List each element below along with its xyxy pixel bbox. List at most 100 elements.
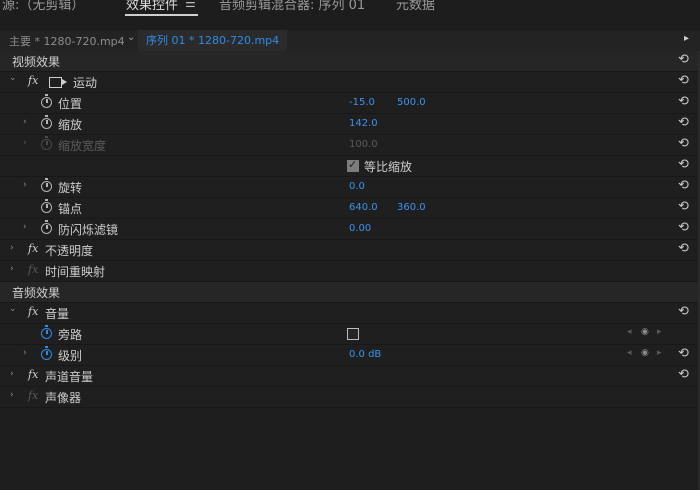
master-clip-label[interactable]: 主要 * 1280-720.mp4 bbox=[9, 33, 125, 49]
reset-icon[interactable]: ⟲ bbox=[678, 241, 689, 256]
anchor-x-value[interactable]: 640.0 bbox=[349, 202, 378, 213]
prev-keyframe-icon[interactable]: ◂ bbox=[627, 327, 632, 337]
prop-anchor-point: 锚点 640.0 360.0 ⟲ bbox=[0, 198, 700, 219]
tab-effect-controls[interactable]: 效果控件 bbox=[126, 0, 178, 13]
tab-audio-clip-mixer[interactable]: 音频剪辑混合器: 序列 01 bbox=[219, 0, 365, 13]
audio-effects-header: 音频效果 bbox=[0, 282, 700, 303]
chevron-down-icon[interactable]: ⌄ bbox=[127, 32, 135, 43]
reset-icon[interactable]: ⟲ bbox=[678, 136, 689, 151]
twirl-closed-icon[interactable]: › bbox=[10, 369, 14, 379]
prop-anti-flicker: › 防闪烁滤镜 0.00 ⟲ bbox=[0, 219, 700, 240]
scale-value[interactable]: 142.0 bbox=[349, 118, 378, 129]
bypass-label: 旁路 bbox=[58, 328, 83, 342]
reset-icon[interactable]: ⟲ bbox=[678, 178, 689, 193]
bypass-checkbox[interactable] bbox=[347, 328, 359, 340]
twirl-closed-icon[interactable]: › bbox=[10, 390, 14, 400]
reset-icon[interactable]: ⟲ bbox=[678, 115, 689, 130]
panel-menu-icon[interactable]: ☰ bbox=[185, 0, 196, 10]
stopwatch-icon[interactable] bbox=[41, 115, 52, 129]
tab-metadata[interactable]: 元数据 bbox=[396, 0, 435, 13]
prop-position: 位置 -15.0 500.0 ⟲ bbox=[0, 93, 700, 114]
next-keyframe-icon[interactable]: ▸ bbox=[657, 327, 662, 337]
fx-disabled-icon: fx bbox=[28, 263, 39, 276]
reset-icon[interactable]: ⟲ bbox=[678, 367, 689, 382]
stopwatch-active-icon[interactable] bbox=[41, 325, 52, 339]
prop-rotation: › 旋转 0.0 ⟲ bbox=[0, 177, 700, 198]
reset-icon[interactable]: ⟲ bbox=[678, 157, 689, 172]
anchor-label: 锚点 bbox=[58, 202, 83, 216]
prop-level: › 级别 0.0 dB ◂ ◉ ▸ ⟲ bbox=[0, 345, 700, 366]
rotation-label: 旋转 bbox=[58, 181, 83, 195]
fx-toggle-icon[interactable]: fx bbox=[28, 242, 38, 255]
anchor-y-value[interactable]: 360.0 bbox=[397, 202, 426, 213]
stopwatch-icon[interactable] bbox=[41, 94, 52, 108]
fx-toggle-icon[interactable]: fx bbox=[28, 368, 38, 381]
time-remap-label: 时间重映射 bbox=[45, 265, 106, 279]
effect-controls-panel: 视频效果 ⟲ ⌄ fx 运动 ⟲ 位置 -15.0 500.0 ⟲ › 缩放 1… bbox=[0, 51, 700, 490]
prev-keyframe-icon[interactable]: ◂ bbox=[627, 348, 632, 358]
reset-icon[interactable]: ⟲ bbox=[678, 304, 689, 319]
fx-toggle-icon[interactable]: fx bbox=[28, 74, 38, 87]
twirl-open-icon[interactable]: ⌄ bbox=[9, 304, 17, 314]
sequence-clip-tab[interactable]: 序列 01 * 1280-720.mp4 bbox=[138, 30, 288, 51]
reset-icon[interactable]: ⟲ bbox=[678, 94, 689, 109]
effect-volume[interactable]: ⌄ fx 音量 ⟲ bbox=[0, 303, 700, 324]
panel-tab-bar: 源:（无剪辑） 效果控件 ☰ 音频剪辑混合器: 序列 01 元数据 bbox=[0, 0, 700, 16]
motion-transform-icon[interactable] bbox=[49, 77, 67, 88]
clip-header-bar: 主要 * 1280-720.mp4 ⌄ 序列 01 * 1280-720.mp4… bbox=[0, 30, 700, 52]
effect-panner[interactable]: › fx 声像器 bbox=[0, 387, 700, 408]
scale-width-label: 缩放宽度 bbox=[58, 139, 107, 153]
effect-opacity[interactable]: › fx 不透明度 ⟲ bbox=[0, 240, 700, 261]
prop-scale: › 缩放 142.0 ⟲ bbox=[0, 114, 700, 135]
reset-icon[interactable]: ⟲ bbox=[678, 346, 689, 361]
twirl-closed-icon: › bbox=[23, 138, 27, 148]
play-triangle-icon[interactable]: ▸ bbox=[684, 33, 689, 44]
effect-time-remapping[interactable]: › fx 时间重映射 bbox=[0, 261, 700, 282]
reset-icon[interactable]: ⟲ bbox=[678, 199, 689, 214]
twirl-closed-icon[interactable]: › bbox=[23, 222, 27, 232]
reset-icon[interactable]: ⟲ bbox=[678, 220, 689, 235]
level-label: 级别 bbox=[58, 349, 83, 363]
position-label: 位置 bbox=[58, 97, 83, 111]
prop-bypass: 旁路 ◂ ◉ ▸ bbox=[0, 324, 700, 345]
fx-disabled-icon: fx bbox=[28, 389, 39, 402]
scale-label: 缩放 bbox=[58, 118, 83, 132]
stopwatch-icon bbox=[41, 136, 52, 150]
stopwatch-icon[interactable] bbox=[41, 199, 52, 213]
reset-icon[interactable]: ⟲ bbox=[678, 73, 689, 88]
audio-effects-label: 音频效果 bbox=[12, 286, 61, 300]
motion-label: 运动 bbox=[73, 76, 98, 90]
tab-source[interactable]: 源:（无剪辑） bbox=[2, 0, 84, 13]
fx-toggle-icon[interactable]: fx bbox=[28, 305, 38, 318]
anti-flicker-value[interactable]: 0.00 bbox=[349, 223, 371, 234]
uniform-scale-checkbox[interactable] bbox=[347, 158, 359, 172]
active-tab-underline bbox=[125, 14, 198, 16]
twirl-open-icon[interactable]: ⌄ bbox=[9, 73, 17, 83]
anti-flicker-label: 防闪烁滤镜 bbox=[58, 223, 119, 237]
add-keyframe-icon[interactable]: ◉ bbox=[641, 327, 649, 337]
position-y-value[interactable]: 500.0 bbox=[397, 97, 426, 108]
scale-width-value: 100.0 bbox=[349, 139, 378, 150]
stopwatch-icon[interactable] bbox=[41, 178, 52, 192]
effect-motion[interactable]: ⌄ fx 运动 ⟲ bbox=[0, 72, 700, 93]
opacity-label: 不透明度 bbox=[45, 244, 94, 258]
rotation-value[interactable]: 0.0 bbox=[349, 181, 365, 192]
next-keyframe-icon[interactable]: ▸ bbox=[657, 348, 662, 358]
twirl-closed-icon[interactable]: › bbox=[23, 180, 27, 190]
reset-icon[interactable]: ⟲ bbox=[678, 52, 689, 67]
position-x-value[interactable]: -15.0 bbox=[349, 97, 375, 108]
level-value[interactable]: 0.0 dB bbox=[349, 349, 381, 360]
twirl-closed-icon[interactable]: › bbox=[10, 264, 14, 274]
uniform-scale-label: 等比缩放 bbox=[364, 160, 413, 174]
effect-channel-volume[interactable]: › fx 声道音量 ⟲ bbox=[0, 366, 700, 387]
twirl-closed-icon[interactable]: › bbox=[23, 348, 27, 358]
prop-scale-width: › 缩放宽度 100.0 ⟲ bbox=[0, 135, 700, 156]
panner-label: 声像器 bbox=[45, 391, 82, 405]
twirl-closed-icon[interactable]: › bbox=[23, 117, 27, 127]
stopwatch-active-icon[interactable] bbox=[41, 346, 52, 360]
channel-volume-label: 声道音量 bbox=[45, 370, 94, 384]
stopwatch-icon[interactable] bbox=[41, 220, 52, 234]
prop-uniform-scale: 等比缩放 ⟲ bbox=[0, 156, 700, 177]
add-keyframe-icon[interactable]: ◉ bbox=[641, 348, 649, 358]
twirl-closed-icon[interactable]: › bbox=[10, 243, 14, 253]
